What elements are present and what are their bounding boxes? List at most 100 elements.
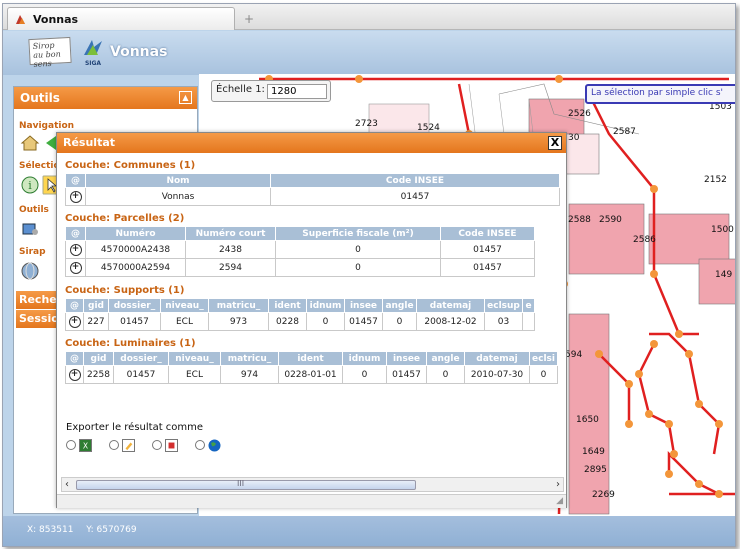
luminaires-table: @ gid dossier_ niveau_ matricu_ ident id… [65, 351, 558, 384]
column-header: insee [344, 298, 383, 313]
column-header: Code INSEE [440, 226, 535, 241]
y-coordinate: Y: 6570769 [86, 525, 137, 535]
outils-label: Outils [19, 205, 49, 215]
parcel-label: 594 [565, 350, 582, 360]
table-cell: 0 [275, 240, 441, 259]
dialog-titlebar[interactable]: Résultat X [57, 133, 566, 153]
pdf-icon [165, 438, 178, 452]
table-cell: 973 [208, 312, 269, 331]
table-cell: 4570000A2594 [85, 258, 186, 277]
export-edit-radio[interactable] [109, 440, 119, 450]
parcel-label: 149 [715, 270, 732, 280]
close-icon[interactable]: X [548, 136, 562, 150]
communes-heading: Couche: Communes (1) [65, 160, 196, 171]
parcelles-heading: Couche: Parcelles (2) [65, 213, 185, 224]
table-cell: 4570000A2438 [85, 240, 186, 259]
horizontal-scrollbar[interactable]: ‹ III › [61, 477, 564, 492]
scroll-right-icon[interactable]: › [556, 479, 560, 490]
zoom-to-icon[interactable]: + [68, 315, 81, 328]
export-kml-option[interactable] [195, 438, 221, 452]
parcel-label: 2723 [355, 119, 378, 129]
export-excel-option[interactable]: X [66, 438, 92, 452]
supports-table: @ gid dossier_ niveau_ matricu_ ident id… [65, 298, 535, 331]
column-header: Numéro court [185, 226, 276, 241]
table-cell: 974 [220, 365, 279, 384]
siga-logo: SIGA [82, 37, 104, 67]
column-header: datemaj [416, 298, 485, 313]
table-cell: 0 [382, 312, 417, 331]
column-header: gid [83, 351, 114, 366]
parcel-label: 2269 [592, 490, 615, 500]
column-header: Code INSEE [270, 173, 560, 188]
zoom-to-icon[interactable]: + [69, 261, 82, 274]
table-cell: 0228 [268, 312, 307, 331]
dialog-body: Couche: Communes (1) @ Nom Code INSEE + … [59, 155, 564, 475]
parcel-label: 2526 [568, 109, 591, 119]
zoom-to-icon[interactable]: + [69, 190, 82, 203]
column-header: ident [278, 351, 343, 366]
measure-tool-icon[interactable] [20, 219, 40, 239]
table-cell: 01457 [386, 365, 427, 384]
table-cell: 2594 [185, 258, 276, 277]
parcel-label: 2590 [599, 215, 622, 225]
table-cell: ECL [160, 312, 209, 331]
svg-text:X: X [83, 441, 88, 450]
parcel-label: 2586 [633, 235, 656, 245]
parcel-label: 30 [568, 133, 580, 143]
column-header: niveau_ [168, 351, 221, 366]
info-icon[interactable]: i [20, 175, 40, 195]
result-dialog: Résultat X Couche: Communes (1) @ Nom Co… [56, 132, 567, 508]
table-cell: 2008-12-02 [416, 312, 485, 331]
table-cell: 0 [342, 365, 387, 384]
parcel-label: 1500 [711, 225, 734, 235]
table-cell: 01457 [113, 365, 169, 384]
export-pdf-option[interactable] [152, 438, 178, 452]
scale-label: Échelle 1: [216, 84, 265, 95]
tab-vonnas[interactable]: Vonnas [7, 7, 235, 30]
column-header: e [522, 298, 535, 313]
table-cell: ECL [168, 365, 221, 384]
table-cell: 01457 [270, 187, 560, 206]
column-header: @ [65, 351, 84, 366]
zoom-to-icon[interactable]: + [69, 243, 82, 256]
table-cell: 01457 [108, 312, 161, 331]
column-header: @ [65, 226, 86, 241]
scale-input[interactable]: 1280 [267, 84, 327, 99]
edit-document-icon [122, 438, 135, 452]
dialog-footer: ◢ [57, 494, 566, 508]
siga-logo-text: SIGA [84, 60, 102, 67]
column-header: insee [386, 351, 427, 366]
table-cell: 01457 [440, 240, 535, 259]
table-cell: 01457 [440, 258, 535, 277]
scrollbar-thumb[interactable]: III [76, 479, 416, 490]
tab-bar: Vonnas + [3, 4, 735, 30]
column-header: angle [426, 351, 465, 366]
collapse-icon[interactable]: ▲ [179, 91, 192, 104]
export-pdf-radio[interactable] [152, 440, 162, 450]
globe-icon[interactable] [20, 261, 40, 281]
column-header: dossier_ [108, 298, 161, 313]
svg-text:i: i [28, 179, 32, 192]
zoom-to-icon[interactable]: + [68, 368, 81, 381]
column-header: gid [83, 298, 109, 313]
parcel-label: 2587 [613, 127, 636, 137]
luminaires-heading: Couche: Luminaires (1) [65, 338, 196, 349]
table-row: + 4570000A2594 2594 0 01457 [65, 258, 535, 277]
home-icon[interactable] [20, 133, 40, 153]
scroll-left-icon[interactable]: ‹ [65, 479, 69, 490]
tools-panel-title: Outils [20, 91, 60, 105]
new-tab-button[interactable]: + [237, 10, 261, 28]
tools-panel-header: Outils ▲ [14, 87, 197, 109]
column-header: eclsi [529, 351, 558, 366]
export-excel-radio[interactable] [66, 440, 76, 450]
export-label: Exporter le résultat comme [66, 422, 204, 433]
resize-grip-icon[interactable]: ◢ [556, 496, 563, 506]
column-header: Nom [85, 173, 271, 188]
siga-logo-icon [84, 40, 102, 55]
parcel-label: 2895 [584, 465, 607, 475]
parcelles-table: @ Numéro Numéro court Superficie fiscale… [65, 226, 535, 277]
parcel-label: 2588 [568, 215, 591, 225]
export-edit-option[interactable] [109, 438, 135, 452]
column-header: angle [382, 298, 417, 313]
export-kml-radio[interactable] [195, 440, 205, 450]
